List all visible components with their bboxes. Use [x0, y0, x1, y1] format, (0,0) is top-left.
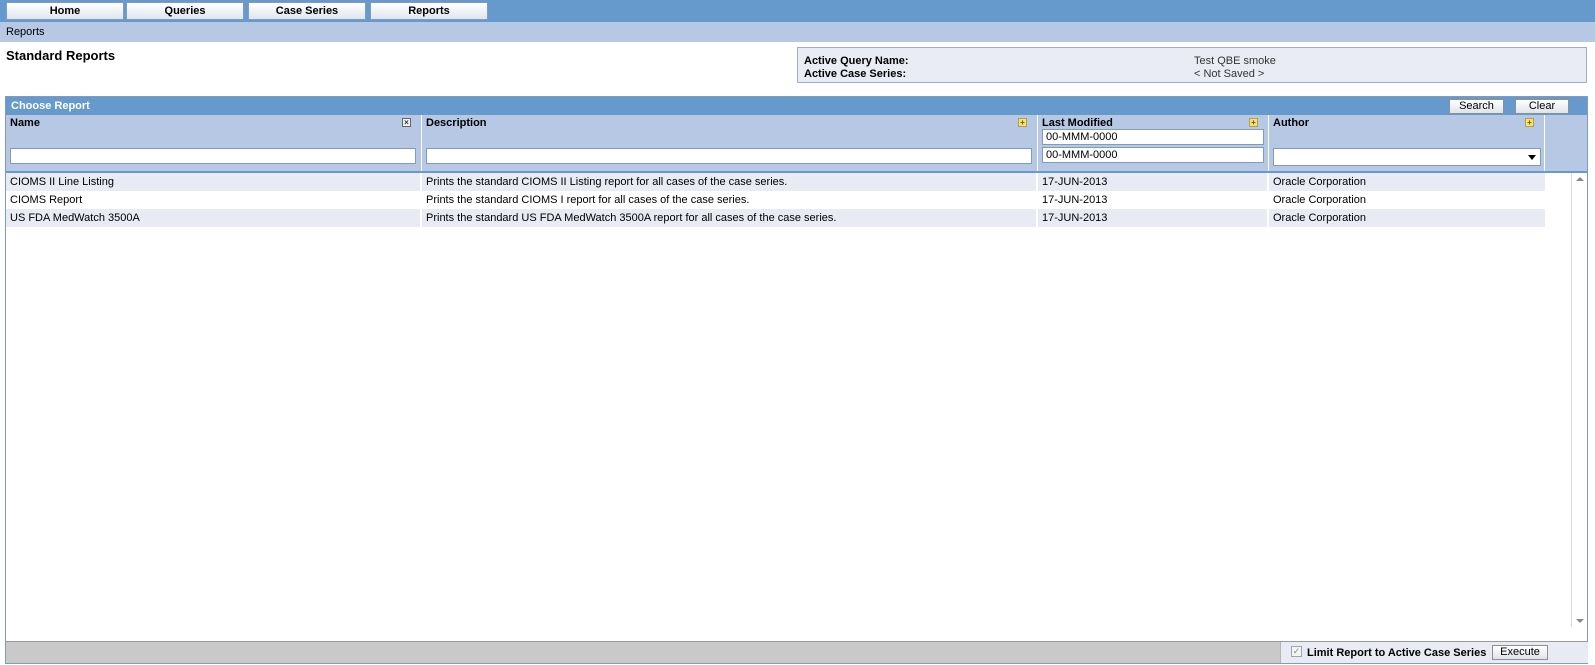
cell-author: Oracle Corporation [1273, 176, 1366, 188]
table-row[interactable]: CIOMS II Line Listing Prints the standar… [6, 173, 1545, 191]
active-case-series-label: Active Case Series: [804, 68, 907, 80]
panel-header: Choose Report Search Clear [6, 97, 1587, 115]
filter-header-row: Name × Description + Last Modified + Aut… [6, 115, 1587, 173]
column-divider [420, 173, 422, 191]
vertical-scrollbar[interactable] [1571, 173, 1587, 627]
column-header-last-modified: Last Modified + [1038, 115, 1269, 171]
column-divider [1036, 173, 1038, 191]
column-label-author: Author [1273, 117, 1310, 129]
limit-to-active-case-series-checkbox[interactable]: ✓ [1291, 646, 1302, 657]
column-divider [420, 209, 422, 227]
cell-description: Prints the standard CIOMS II Listing rep… [426, 176, 788, 188]
sort-icon[interactable]: + [1018, 118, 1027, 127]
sort-icon[interactable]: + [1525, 118, 1534, 127]
scroll-down-arrow-icon[interactable] [1576, 619, 1584, 623]
breadcrumb-bar: Reports [0, 22, 1595, 42]
table-row[interactable]: CIOMS Report Prints the standard CIOMS I… [6, 191, 1545, 209]
cell-name[interactable]: US FDA MedWatch 3500A [10, 212, 140, 224]
limit-to-active-case-series-label[interactable]: Limit Report to Active Case Series [1307, 647, 1486, 659]
name-filter-input[interactable] [10, 148, 416, 164]
top-navigation: Home Queries Case Series Reports [0, 0, 1595, 22]
column-label-description: Description [426, 117, 487, 129]
active-query-label: Active Query Name: [804, 55, 909, 67]
cell-description: Prints the standard US FDA MedWatch 3500… [426, 212, 837, 224]
cell-last-modified: 17-JUN-2013 [1042, 194, 1108, 206]
column-header-description: Description + [422, 115, 1038, 171]
nav-tab-queries[interactable]: Queries [126, 2, 244, 20]
panel-title: Choose Report [11, 100, 90, 112]
cell-last-modified: 17-JUN-2013 [1042, 212, 1108, 224]
nav-tab-reports[interactable]: Reports [370, 2, 488, 20]
column-divider [1036, 209, 1038, 227]
cell-name[interactable]: CIOMS Report [10, 194, 82, 206]
column-header-author: Author + [1269, 115, 1545, 171]
active-info-box: Active Query Name: Test QBE smoke Active… [797, 47, 1587, 83]
cell-author: Oracle Corporation [1273, 194, 1366, 206]
active-query-value: Test QBE smoke [1194, 55, 1276, 67]
scroll-up-arrow-icon[interactable] [1576, 177, 1584, 181]
clear-button[interactable]: Clear [1515, 99, 1569, 114]
author-filter-select[interactable] [1273, 148, 1541, 166]
cell-name[interactable]: CIOMS II Line Listing [10, 176, 114, 188]
cell-author: Oracle Corporation [1273, 212, 1366, 224]
chevron-down-icon [1528, 155, 1536, 160]
column-header-name: Name × [6, 115, 422, 171]
sort-icon[interactable]: + [1249, 118, 1258, 127]
search-button[interactable]: Search [1449, 99, 1504, 114]
sort-active-icon[interactable]: × [402, 118, 411, 127]
panel-footer: ✓ Limit Report to Active Case Series Exe… [6, 641, 1588, 663]
page-title: Standard Reports [6, 48, 116, 63]
footer-actions: ✓ Limit Report to Active Case Series Exe… [1280, 642, 1588, 663]
column-label-name: Name [10, 117, 40, 129]
execute-button[interactable]: Execute [1492, 645, 1548, 660]
cell-description: Prints the standard CIOMS I report for a… [426, 194, 750, 206]
last-modified-to-input[interactable] [1042, 147, 1264, 163]
column-label-last-modified: Last Modified [1042, 117, 1113, 129]
column-divider [1267, 209, 1269, 227]
description-filter-input[interactable] [426, 148, 1032, 164]
nav-tab-case-series[interactable]: Case Series [248, 2, 366, 20]
cell-last-modified: 17-JUN-2013 [1042, 176, 1108, 188]
nav-tab-home[interactable]: Home [6, 2, 124, 20]
choose-report-panel: Choose Report Search Clear Name × Descri… [5, 96, 1588, 664]
last-modified-from-input[interactable] [1042, 129, 1264, 145]
column-divider [1267, 173, 1269, 191]
active-case-series-value: < Not Saved > [1194, 68, 1265, 80]
breadcrumb: Reports [6, 26, 45, 38]
table-row[interactable]: US FDA MedWatch 3500A Prints the standar… [6, 209, 1545, 227]
